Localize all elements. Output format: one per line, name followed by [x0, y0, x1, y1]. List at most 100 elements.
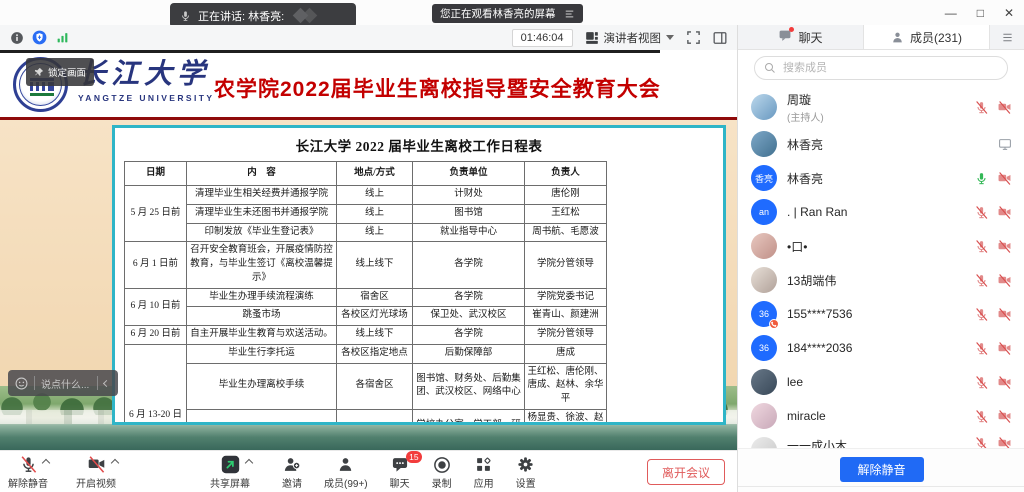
member-search-input[interactable]	[754, 56, 1008, 80]
member-row[interactable]: •口•	[738, 229, 1024, 263]
network-signal-icon[interactable]	[55, 31, 70, 44]
quick-chat-bar[interactable]: 说点什么...	[8, 370, 118, 396]
side-panel-icon[interactable]	[713, 31, 727, 45]
window-controls: — □ ✕	[945, 0, 1014, 25]
info-icon[interactable]	[10, 31, 24, 45]
toolbar-button-apps[interactable]: 应用	[474, 455, 494, 490]
minimize-button[interactable]: —	[945, 7, 957, 19]
member-name: •口•	[787, 238, 965, 255]
schedule-cell-person: 周书航、毛愿波	[525, 223, 607, 242]
mic-off-icon[interactable]	[975, 410, 988, 423]
security-shield-icon[interactable]	[32, 30, 47, 45]
toolbar-button-label: 成员(99+)	[324, 475, 368, 490]
cam-off-icon[interactable]	[997, 437, 1012, 448]
mic-off-icon[interactable]	[975, 274, 988, 287]
maximize-button[interactable]: □	[977, 7, 984, 19]
cam-off-icon[interactable]	[997, 308, 1012, 321]
schedule-cell-place: 线上线下	[337, 409, 413, 425]
schedule-row: 跳蚤市场各校区灯光球场保卫处、武汉校区崔青山、颜建洲	[125, 307, 607, 326]
toolbar-button-label: 共享屏幕	[210, 475, 250, 490]
schedule-col-header: 负责人	[525, 162, 607, 186]
emoji-icon[interactable]	[15, 377, 28, 390]
mic-off-icon[interactable]	[975, 308, 988, 321]
schedule-cell-place: 线上	[337, 186, 413, 205]
cam-off-icon[interactable]	[997, 240, 1012, 253]
record-icon	[433, 456, 451, 474]
panel-menu-button[interactable]	[990, 25, 1024, 49]
mic-off-icon[interactable]	[975, 437, 988, 448]
schedule-cell-content: 召开安全教育班会，开展疫情防控教育，与毕业生签订《离校温馨提示》	[187, 242, 337, 288]
view-mode-button[interactable]: 演讲者视图	[585, 30, 675, 46]
mic-off-icon[interactable]	[975, 101, 988, 114]
toolbar-button-invite[interactable]: 邀请	[282, 455, 302, 490]
mic-off-icon[interactable]	[975, 342, 988, 355]
schedule-cell-place: 线上	[337, 223, 413, 242]
schedule-cell-content: 自主开展毕业生教育与欢送活动。	[187, 326, 337, 345]
cam-off-icon[interactable]	[997, 206, 1012, 219]
screen-icon[interactable]	[998, 138, 1012, 151]
quick-chat-placeholder[interactable]: 说点什么...	[41, 376, 91, 391]
cam-off-icon[interactable]	[997, 172, 1012, 185]
member-row[interactable]: 13胡端伟	[738, 263, 1024, 297]
meeting-watermark-logo	[291, 8, 321, 24]
schedule-cell-person: 杨显贵、徐波、赵辉、彭飞、学院党委副书记	[525, 409, 607, 425]
shared-screen: 长江大学 YANGTZE UNIVERSITY 农学院2022届毕业生离校指导暨…	[0, 50, 737, 450]
schedule-cell-date: 6 月 10 日前	[125, 288, 187, 326]
close-button[interactable]: ✕	[1004, 7, 1014, 19]
toolbar-button-members[interactable]: 成员(99+)	[324, 455, 368, 490]
toolbar-button-label: 解除静音	[8, 475, 48, 490]
chevron-up-icon[interactable]	[244, 459, 252, 467]
member-row[interactable]: an. | Ran Ran	[738, 195, 1024, 229]
toolbar-button-unmute[interactable]: 解除静音	[8, 455, 48, 490]
toolbar-button-chat[interactable]: 15聊天	[390, 455, 410, 490]
cam-off-icon[interactable]	[997, 376, 1012, 389]
schedule-cell-unit: 各学院	[413, 326, 525, 345]
member-row[interactable]: 周璇(主持人)	[738, 87, 1024, 127]
cam-off-icon[interactable]	[997, 342, 1012, 355]
avatar	[751, 131, 777, 157]
member-name: 林香亮	[787, 136, 988, 153]
collapse-arrow-icon[interactable]	[103, 379, 110, 386]
lock-view-button[interactable]: 锁定画面	[26, 58, 94, 86]
member-row[interactable]: 林香亮	[738, 127, 1024, 161]
member-row[interactable]: 香亮林香亮	[738, 161, 1024, 195]
leave-meeting-button[interactable]: 离开会议	[647, 459, 725, 485]
toolbar-button-settings[interactable]: 设置	[516, 455, 536, 490]
mic-off-icon[interactable]	[975, 240, 988, 253]
member-row[interactable]: miracle	[738, 399, 1024, 433]
schedule-row: 6 月 10 日前毕业生办理手续流程演练宿舍区各学院学院党委书记	[125, 288, 607, 307]
schedule-cell-content: 毕业生办理离校手续	[187, 363, 337, 409]
toolbar-button-start-video[interactable]: 开启视频	[76, 455, 116, 490]
schedule-row: 6 月 20 日前自主开展毕业生教育与欢送活动。线上线下各学院学院分管领导	[125, 326, 607, 345]
mic-off-icon[interactable]	[975, 376, 988, 389]
member-row[interactable]: 36184****2036	[738, 331, 1024, 365]
schedule-cell-place: 各宿舍区	[337, 363, 413, 409]
tab-members-label: 成员(231)	[910, 29, 962, 46]
mic-off-icon[interactable]	[975, 206, 988, 219]
member-row[interactable]: 36155****7536	[738, 297, 1024, 331]
toolbar-button-record[interactable]: 录制	[432, 455, 452, 490]
member-row[interactable]: 一一成小木	[738, 433, 1024, 448]
watching-banner[interactable]: 您正在观看林香亮的屏幕	[432, 4, 583, 23]
member-role: (主持人)	[787, 109, 965, 124]
schedule-cell-place: 各校区指定地点	[337, 344, 413, 363]
unread-badge: 15	[406, 451, 421, 463]
unmute-button[interactable]: 解除静音	[840, 457, 924, 482]
toolbar-button-share-screen[interactable]: 共享屏幕	[210, 455, 250, 490]
chevron-up-icon[interactable]	[41, 459, 49, 467]
avatar	[751, 369, 777, 395]
tab-chat[interactable]: 聊天	[738, 25, 864, 49]
chevron-up-icon[interactable]	[110, 459, 118, 467]
schedule-cell-unit: 保卫处、武汉校区	[413, 307, 525, 326]
slide-title: 农学院2022届毕业生离校指导暨安全教育大会	[214, 73, 661, 103]
banner-menu-icon[interactable]	[564, 9, 575, 19]
tab-members[interactable]: 成员(231)	[864, 25, 990, 49]
schedule-col-header: 日期	[125, 162, 187, 186]
fullscreen-icon[interactable]	[686, 30, 701, 45]
cam-off-icon[interactable]	[997, 410, 1012, 423]
member-name: lee	[787, 375, 965, 389]
mic-on-icon[interactable]	[975, 172, 988, 185]
cam-off-icon[interactable]	[997, 101, 1012, 114]
cam-off-icon[interactable]	[997, 274, 1012, 287]
member-row[interactable]: lee	[738, 365, 1024, 399]
